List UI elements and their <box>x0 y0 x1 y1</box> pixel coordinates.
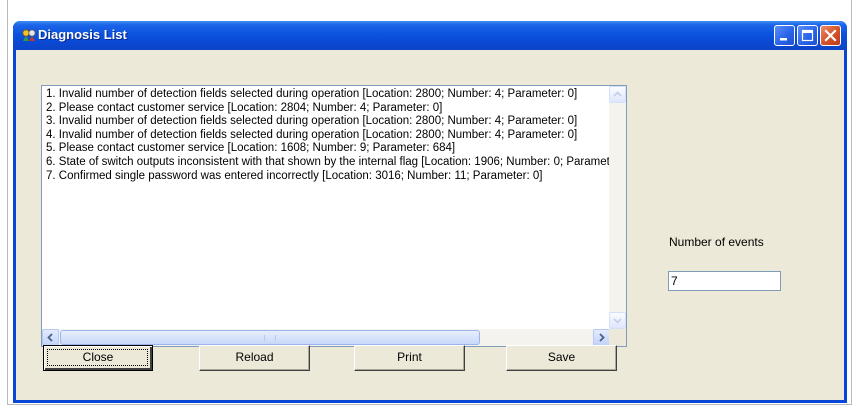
list-item[interactable]: 4. Invalid number of detection fields se… <box>46 129 610 143</box>
events-count-field[interactable]: 7 <box>668 271 781 291</box>
diagnosis-listbox[interactable]: 1. Invalid number of detection fields se… <box>41 85 627 347</box>
maximize-button[interactable] <box>797 25 818 46</box>
minimize-icon <box>780 38 787 41</box>
scroll-down-button[interactable] <box>609 312 626 329</box>
print-button-label: Print <box>397 350 422 364</box>
vertical-scrollbar[interactable] <box>609 86 626 329</box>
chevron-right-icon <box>599 333 605 342</box>
list-item[interactable]: 3. Invalid number of detection fields se… <box>46 115 610 129</box>
close-button-label: Close <box>82 350 114 364</box>
chevron-up-icon <box>613 91 622 97</box>
close-icon <box>824 29 837 42</box>
diagnosis-list: 1. Invalid number of detection fields se… <box>46 88 610 328</box>
app-icon <box>22 29 36 41</box>
list-item[interactable]: 2. Please contact customer service [Loca… <box>46 102 610 116</box>
maximize-icon <box>801 29 814 42</box>
window-title: Diagnosis List <box>38 27 127 42</box>
scrollbar-corner <box>609 329 626 346</box>
scroll-left-button[interactable] <box>42 329 59 346</box>
chevron-left-icon <box>47 333 53 342</box>
close-window-button[interactable] <box>820 25 841 46</box>
horizontal-scroll-thumb[interactable] <box>60 330 480 345</box>
horizontal-scrollbar[interactable] <box>42 329 610 346</box>
save-button[interactable]: Save <box>506 345 617 371</box>
list-item[interactable]: 5. Please contact customer service [Loca… <box>46 142 610 156</box>
window-client-area: 1. Invalid number of detection fields se… <box>16 50 844 400</box>
close-button[interactable]: Close <box>43 345 153 371</box>
title-bar[interactable]: Diagnosis List <box>13 21 847 50</box>
diagnosis-list-window: Diagnosis List 1. Invalid number of dete… <box>13 21 847 403</box>
reload-button-label: Reload <box>235 350 274 364</box>
scroll-grip <box>264 335 276 341</box>
chevron-down-icon <box>613 318 622 324</box>
reload-button[interactable]: Reload <box>199 345 310 371</box>
events-count-label: Number of events <box>669 235 764 249</box>
print-button[interactable]: Print <box>354 345 465 371</box>
save-button-label: Save <box>547 350 576 364</box>
scroll-right-button[interactable] <box>593 329 610 346</box>
minimize-button[interactable] <box>774 25 795 46</box>
scroll-up-button[interactable] <box>609 86 626 103</box>
list-item[interactable]: 6. State of switch outputs inconsistent … <box>46 156 610 170</box>
list-item[interactable]: 1. Invalid number of detection fields se… <box>46 88 610 102</box>
list-item[interactable]: 7. Confirmed single password was entered… <box>46 170 610 184</box>
